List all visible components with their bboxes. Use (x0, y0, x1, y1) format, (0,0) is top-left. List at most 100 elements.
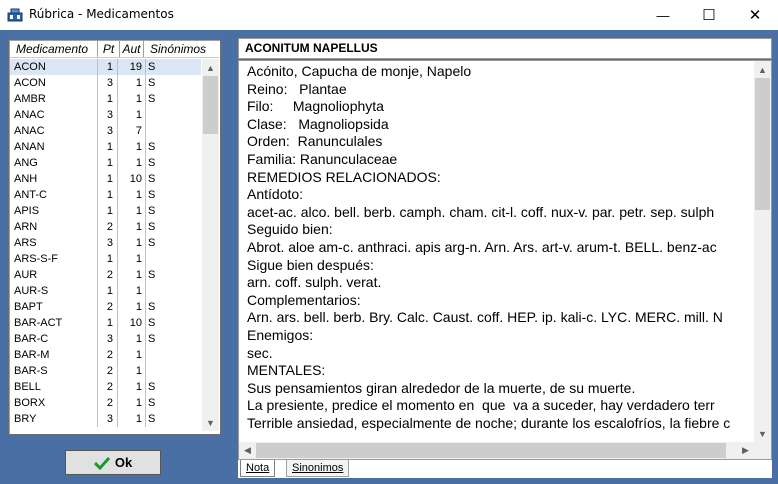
table-row[interactable]: BELL 2 1 S (10, 379, 201, 395)
cell-pt: 3 (98, 331, 118, 347)
table-row[interactable]: ACON 1 19 S (10, 59, 201, 75)
table-row[interactable]: BAR-S 2 1 (10, 363, 201, 379)
note-line: sec. (247, 344, 273, 361)
scroll-up-icon[interactable]: ▲ (754, 61, 771, 78)
scroll-left-icon[interactable]: ◀ (239, 442, 256, 459)
cell-pt: 2 (98, 363, 118, 379)
cell-aut: 1 (118, 155, 146, 171)
cell-med: BORX (10, 395, 98, 411)
notes-vertical-scrollbar[interactable]: ▲ ▼ (754, 61, 771, 442)
cell-pt: 1 (98, 251, 118, 267)
table-row[interactable]: ANT-C 1 1 S (10, 187, 201, 203)
window-title: Rúbrica - Medicamentos (29, 7, 174, 21)
note-line: REMEDIOS RELACIONADOS: (247, 168, 441, 185)
remedy-notes-textbox[interactable]: Acónito, Capucha de monje, Napelo Reino: … (238, 60, 772, 460)
table-row[interactable]: AUR-S 1 1 (10, 283, 201, 299)
cell-aut: 1 (118, 267, 146, 283)
cell-aut: 1 (118, 235, 146, 251)
list-header: Medicamento Pt Aut Sinónimos (10, 41, 219, 58)
close-button[interactable]: ✕ (732, 0, 778, 30)
cell-sin: S (148, 397, 156, 409)
ok-button[interactable]: Ok (65, 450, 161, 475)
tab-nota[interactable]: Nota (240, 460, 276, 477)
tab-sinonimos[interactable]: Sinonimos (286, 460, 350, 477)
cell-pt: 3 (98, 75, 118, 91)
cell-aut: 1 (118, 395, 146, 411)
cell-med: ANAC (10, 107, 98, 123)
scrollbar-thumb[interactable] (755, 78, 770, 210)
table-row[interactable]: BAR-C 3 1 S (10, 331, 201, 347)
cell-sin: S (148, 301, 156, 313)
table-row[interactable]: BORX 2 1 S (10, 395, 201, 411)
medications-list[interactable]: Medicamento Pt Aut Sinónimos ACON 1 19 S ACO… (8, 39, 221, 435)
note-line: Sus pensamientos giran alrededor de la m… (247, 379, 636, 396)
list-vertical-scrollbar[interactable]: ▲ ▼ (202, 59, 219, 431)
scrollbar-thumb[interactable] (256, 443, 726, 458)
scrollbar-thumb[interactable] (203, 76, 218, 134)
cell-sin (146, 283, 201, 299)
cell-med: BAR-C (10, 331, 98, 347)
cell-sin: S (148, 221, 156, 233)
table-row[interactable]: ANG 1 1 S (10, 155, 201, 171)
cell-aut: 10 (118, 315, 146, 331)
maximize-button[interactable]: ☐ (686, 0, 732, 30)
cell-med: AUR-S (10, 283, 98, 299)
cell-pt: 1 (98, 315, 118, 331)
table-row[interactable]: ACON 3 1 S (10, 75, 201, 91)
cell-aut: 1 (118, 331, 146, 347)
cell-med: ARN (10, 219, 98, 235)
table-row[interactable]: BAR-ACT 1 10 S (10, 315, 201, 331)
cell-med: ANH (10, 171, 98, 187)
table-row[interactable]: BAR-M 2 1 (10, 347, 201, 363)
notes-horizontal-scrollbar[interactable]: ◀ ▶ (239, 442, 754, 459)
remedy-notes-text[interactable]: Acónito, Capucha de monje, Napelo Reino: … (247, 63, 755, 441)
cell-sin: S (148, 413, 156, 425)
cell-aut: 1 (118, 299, 146, 315)
table-row[interactable]: BRY 3 1 S (10, 411, 201, 427)
column-header-pt[interactable]: Pt (98, 41, 120, 57)
cell-med: ARS-S-F (10, 251, 98, 267)
cell-aut: 1 (118, 91, 146, 107)
table-row[interactable]: ARN 2 1 S (10, 219, 201, 235)
title-bar: Rúbrica - Medicamentos — ☐ ✕ (0, 0, 778, 30)
cell-med: ANAN (10, 139, 98, 155)
table-row[interactable]: APIS 1 1 S (10, 203, 201, 219)
cell-sin: S (148, 157, 156, 169)
cell-sin: S (148, 333, 156, 345)
cell-med: BAR-S (10, 363, 98, 379)
minimize-button[interactable]: — (640, 0, 686, 30)
cell-sin: S (148, 237, 156, 249)
cell-aut: 1 (118, 203, 146, 219)
table-row[interactable]: ARS-S-F 1 1 (10, 251, 201, 267)
table-row[interactable]: BAPT 2 1 S (10, 299, 201, 315)
table-row[interactable]: ANH 1 10 S (10, 171, 201, 187)
cell-sin (146, 123, 201, 139)
table-row[interactable]: AMBR 1 1 S (10, 91, 201, 107)
column-header-aut[interactable]: Aut (120, 41, 144, 57)
note-line: Terrible ansiedad, especialmente de noch… (247, 414, 731, 431)
note-line: Acónito, Capucha de monje, Napelo (247, 63, 472, 79)
table-row[interactable]: ARS 3 1 S (10, 235, 201, 251)
cell-med: AMBR (10, 91, 98, 107)
scroll-down-icon[interactable]: ▼ (202, 414, 219, 431)
column-header-medicamento[interactable]: Medicamento (10, 41, 98, 57)
maximize-icon: ☐ (702, 7, 716, 24)
cell-sin: S (148, 317, 156, 329)
cell-aut: 1 (118, 251, 146, 267)
table-row[interactable]: ANAN 1 1 S (10, 139, 201, 155)
scroll-right-icon[interactable]: ▶ (737, 442, 754, 459)
table-row[interactable]: ANAC 3 1 (10, 107, 201, 123)
scroll-up-icon[interactable]: ▲ (202, 59, 219, 76)
table-row[interactable]: ANAC 3 7 (10, 123, 201, 139)
cell-pt: 1 (98, 155, 118, 171)
cell-pt: 3 (98, 411, 118, 427)
cell-pt: 1 (98, 187, 118, 203)
cell-med: BRY (10, 411, 98, 427)
cell-pt: 3 (98, 107, 118, 123)
scroll-down-icon[interactable]: ▼ (754, 425, 771, 442)
table-row[interactable]: AUR 2 1 S (10, 267, 201, 283)
cell-aut: 1 (118, 363, 146, 379)
detail-tabs: Nota Sinonimos (238, 460, 772, 478)
cell-sin: S (148, 173, 156, 185)
column-header-sinonimos[interactable]: Sinónimos (144, 41, 219, 57)
